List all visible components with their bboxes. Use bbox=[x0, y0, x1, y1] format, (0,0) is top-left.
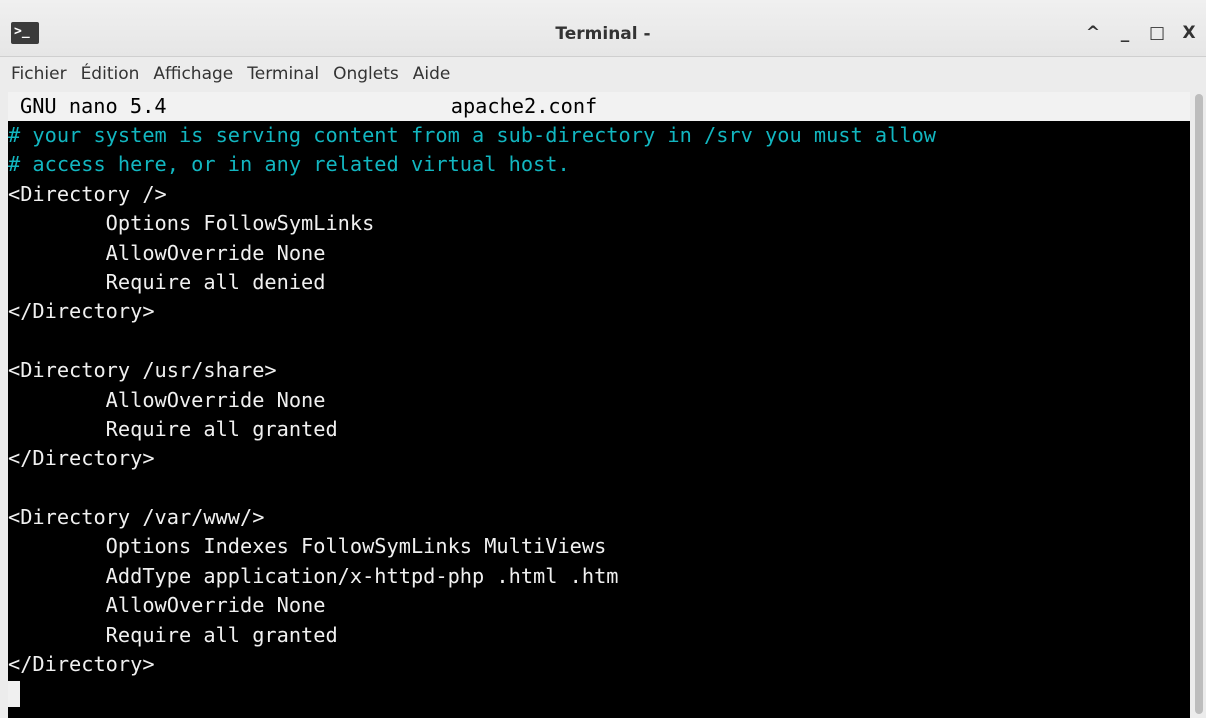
editor-line: Options FollowSymLinks bbox=[8, 211, 375, 236]
window-title: Terminal - bbox=[555, 24, 651, 44]
editor-line: # access here, or in any related virtual… bbox=[8, 152, 570, 177]
terminal-window: >_ Terminal - ^ _ □ X Fichier Édition Af… bbox=[0, 0, 1206, 718]
scrollbar[interactable] bbox=[1190, 92, 1206, 718]
editor-line: </Directory> bbox=[8, 446, 155, 471]
editor-line: # your system is serving content from a … bbox=[8, 123, 936, 147]
title-bar[interactable]: >_ Terminal - ^ _ □ X bbox=[0, 0, 1206, 57]
menu-terminal[interactable]: Terminal bbox=[240, 60, 326, 88]
menu-aide[interactable]: Aide bbox=[406, 60, 458, 88]
close-icon[interactable]: X bbox=[1180, 23, 1198, 43]
editor-line: <Directory /> bbox=[8, 181, 167, 206]
editor-line: Require all granted bbox=[8, 622, 338, 647]
shade-icon[interactable]: ^ bbox=[1084, 23, 1102, 43]
editor-line: Require all granted bbox=[8, 416, 338, 441]
editor-line: AllowOverride None bbox=[8, 593, 326, 618]
menu-affichage[interactable]: Affichage bbox=[146, 60, 240, 88]
minimize-icon[interactable]: _ bbox=[1116, 23, 1134, 43]
text-cursor bbox=[8, 681, 20, 708]
editor-line: </Directory> bbox=[8, 299, 155, 324]
menu-fichier[interactable]: Fichier bbox=[4, 60, 74, 88]
scrollbar-thumb[interactable] bbox=[1195, 94, 1203, 714]
editor-line: Require all denied bbox=[8, 269, 326, 294]
editor-line: <Directory /usr/share> bbox=[8, 358, 277, 383]
nano-filename: apache2.conf bbox=[450, 94, 598, 118]
editor-line: Options Indexes FollowSymLinks MultiView… bbox=[8, 534, 607, 559]
editor-line: </Directory> bbox=[8, 652, 155, 677]
terminal-area[interactable]: GNU nano 5.4 apache2.conf # your system … bbox=[8, 92, 1190, 718]
window-controls: ^ _ □ X bbox=[1084, 22, 1198, 44]
editor-line: AllowOverride None bbox=[8, 240, 326, 265]
maximize-icon[interactable]: □ bbox=[1148, 23, 1166, 43]
menu-edition[interactable]: Édition bbox=[74, 60, 147, 88]
menu-bar: Fichier Édition Affichage Terminal Ongle… bbox=[0, 57, 1206, 90]
editor-line: <Directory /var/www/> bbox=[8, 505, 265, 530]
editor-line: AllowOverride None bbox=[8, 387, 326, 412]
editor-buffer[interactable]: # your system is serving content from a … bbox=[8, 121, 936, 709]
editor-line: AddType application/x-httpd-php .html .h… bbox=[8, 563, 619, 588]
cursor-line bbox=[8, 679, 936, 708]
nano-header: GNU nano 5.4 apache2.conf bbox=[8, 92, 1190, 121]
menu-onglets[interactable]: Onglets bbox=[326, 60, 406, 88]
